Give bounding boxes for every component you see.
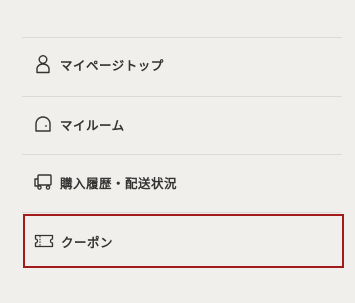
menu-item-coupon[interactable]: クーポン	[23, 214, 344, 268]
menu-item-label: マイルーム	[60, 117, 125, 133]
delivery-truck-icon	[32, 171, 54, 193]
menu-divider	[22, 96, 342, 97]
coupon-ticket-icon	[33, 230, 55, 252]
menu-item-label: クーポン	[61, 234, 114, 250]
menu-item-mypage-top[interactable]: マイページトップ	[22, 44, 342, 84]
menu-divider	[22, 212, 342, 213]
menu-item-label: 購入履歴・配送状況	[60, 175, 178, 191]
person-icon	[32, 53, 54, 75]
menu-item-label: マイページトップ	[60, 57, 164, 73]
menu-item-my-room[interactable]: マイルーム	[22, 104, 342, 144]
menu-item-order-history[interactable]: 購入履歴・配送状況	[22, 162, 342, 202]
menu-divider	[22, 37, 342, 38]
mypage-menu: マイページトップ マイルーム 購入履歴・配送状況 クーポン	[22, 0, 344, 303]
room-icon	[32, 113, 54, 135]
menu-divider	[22, 154, 342, 155]
